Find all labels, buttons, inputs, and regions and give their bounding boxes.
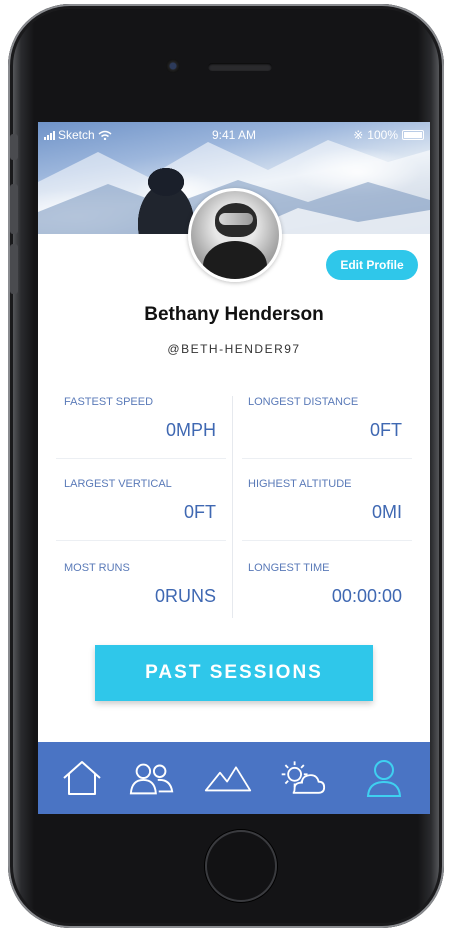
stat-value-fastest-speed: 0MPH [165, 420, 216, 440]
stats-divider [56, 540, 226, 541]
bluetooth-icon: ※ [353, 128, 364, 142]
stat-label-highest-altitude: HIGHEST ALTITUDE [248, 478, 352, 490]
tab-weather[interactable] [278, 754, 326, 802]
edit-profile-button[interactable]: Edit Profile [326, 250, 418, 280]
volume-up-button [10, 184, 18, 234]
stat-label-fastest-speed: FASTEST SPEED [64, 396, 154, 408]
stats-divider [242, 540, 412, 541]
stat-label-most-runs: MOST RUNS [64, 562, 130, 574]
mute-switch [10, 134, 18, 160]
avatar[interactable] [188, 188, 282, 282]
screen: Sketch 9:41 AM ※ 100% Edit Profile Betha… [38, 122, 430, 814]
tab-mountains[interactable] [204, 754, 252, 802]
stats-divider [56, 458, 226, 459]
front-camera [166, 59, 180, 73]
friends-icon [129, 763, 174, 795]
tab-profile[interactable] [360, 754, 408, 802]
stat-label-longest-distance: LONGEST DISTANCE [248, 396, 359, 408]
stat-label-longest-time: LONGEST TIME [248, 562, 330, 574]
weather-icon [281, 761, 326, 794]
stats-divider-vertical [232, 396, 233, 618]
past-sessions-button[interactable]: PAST SESSIONS [95, 645, 373, 701]
tab-home[interactable] [58, 754, 106, 802]
status-bar: Sketch 9:41 AM ※ 100% [38, 126, 430, 144]
stat-value-longest-time: 00:00:00 [331, 586, 402, 606]
stat-value-longest-distance: 0FT [369, 420, 402, 440]
battery-icon [402, 130, 424, 140]
stat-value-largest-vertical: 0FT [183, 502, 216, 522]
stat-label-largest-vertical: LARGEST VERTICAL [64, 478, 172, 490]
earpiece-speaker [208, 63, 272, 71]
home-icon [63, 761, 101, 795]
stat-value-highest-altitude: 0MI [371, 502, 402, 522]
battery-percent: 100% [367, 128, 398, 142]
tab-friends[interactable] [128, 754, 176, 802]
tab-bar [38, 742, 430, 814]
stats-grid: FASTEST SPEED 0MPH LONGEST DISTANCE 0FT … [56, 386, 412, 618]
mountain-icon [204, 766, 252, 792]
stat-value-most-runs: 0RUNS [154, 586, 216, 606]
stage: Sketch 9:41 AM ※ 100% Edit Profile Betha… [0, 0, 450, 932]
volume-down-button [10, 244, 18, 294]
home-button[interactable] [205, 830, 277, 902]
stats-divider [242, 458, 412, 459]
profile-handle: @BETH-HENDER97 [167, 342, 301, 356]
profile-name: Bethany Henderson [144, 304, 324, 325]
skier-silhouette [138, 164, 194, 234]
profile-icon [366, 760, 402, 797]
